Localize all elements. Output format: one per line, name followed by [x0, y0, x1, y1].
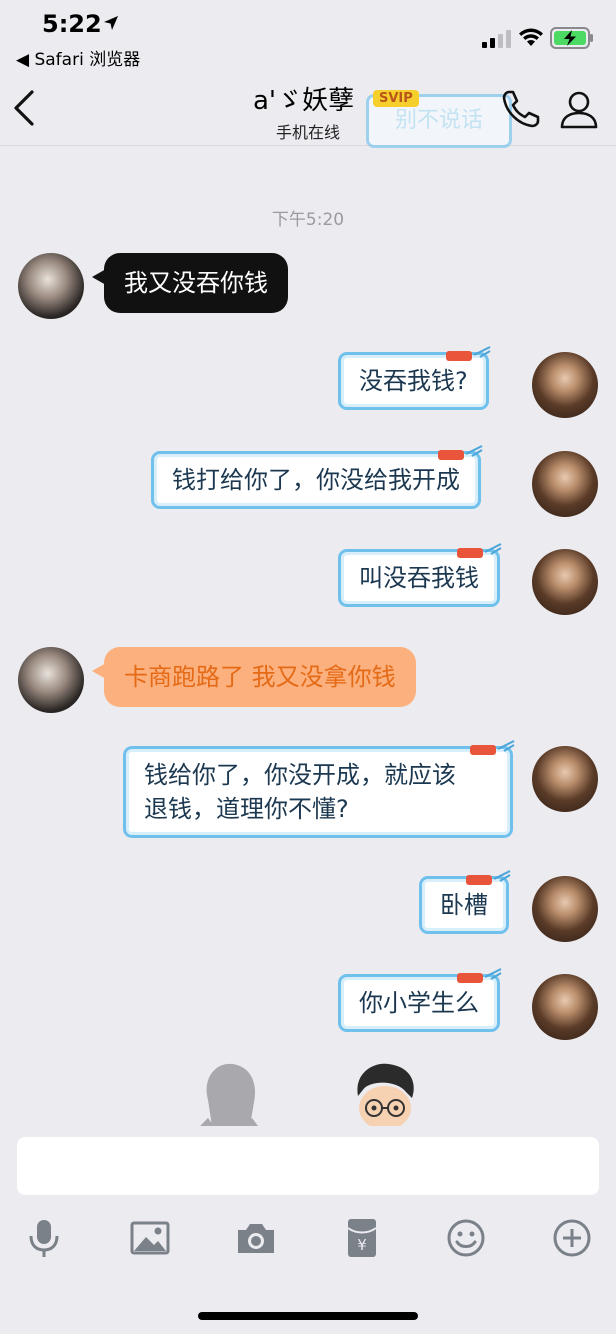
message-text: 卡商跑路了 我又没拿你钱: [124, 663, 396, 691]
my-avatar[interactable]: [532, 974, 598, 1040]
chat-header: 别不说话 a'ゞ妖孽 SVIP 手机在线: [0, 72, 616, 148]
image-icon[interactable]: [128, 1216, 172, 1260]
incoming-message[interactable]: 我又没吞你钱: [92, 253, 288, 313]
emoji-icon[interactable]: [444, 1216, 488, 1260]
grey-avatar-sticker-icon[interactable]: [194, 1060, 264, 1126]
my-avatar[interactable]: [532, 746, 598, 812]
red-packet-icon[interactable]: ¥: [340, 1216, 384, 1260]
bubble-decoration-icon: [457, 543, 502, 558]
status-time: 5:22: [42, 10, 102, 38]
my-avatar[interactable]: [532, 876, 598, 942]
message-text: 你小学生么: [359, 989, 479, 1017]
camera-icon[interactable]: [234, 1216, 278, 1260]
input-toolbar: ¥: [0, 1210, 616, 1270]
contact-name[interactable]: a'ゞ妖孽: [253, 80, 354, 117]
cellular-signal-icon: [482, 30, 511, 48]
my-avatar[interactable]: [532, 352, 598, 418]
battery-charging-icon: [550, 27, 593, 49]
bubble-decoration-icon: [466, 870, 511, 885]
microphone-icon[interactable]: [22, 1216, 66, 1260]
outgoing-message[interactable]: 钱打给你了，你没给我开成: [151, 445, 483, 509]
back-to-safari-link[interactable]: ◀ Safari 浏览器: [16, 45, 140, 70]
outgoing-message[interactable]: 叫没吞我钱: [338, 543, 502, 607]
cartoon-boy-sticker-icon[interactable]: [350, 1062, 420, 1126]
my-avatar[interactable]: [532, 549, 598, 615]
svip-badge: SVIP: [373, 90, 419, 107]
message-text: 没吞我钱?: [359, 367, 468, 395]
message-text: 我又没吞你钱: [124, 269, 268, 297]
home-indicator[interactable]: [198, 1312, 418, 1320]
message-timestamp: 下午5:20: [271, 210, 345, 230]
incoming-message[interactable]: 卡商跑路了 我又没拿你钱: [92, 647, 416, 707]
bubble-tail: [92, 663, 106, 679]
contact-avatar[interactable]: [18, 253, 84, 319]
message-text: 叫没吞我钱: [359, 564, 479, 592]
bubble-decoration-icon: [445, 346, 491, 361]
profile-icon[interactable]: [558, 88, 600, 130]
message-input[interactable]: [17, 1137, 599, 1195]
message-text: 钱打给你了，你没给我开成: [172, 466, 460, 494]
bubble-tail: [92, 269, 106, 285]
plus-icon[interactable]: [550, 1216, 594, 1260]
outgoing-message[interactable]: 没吞我钱?: [338, 346, 491, 410]
wifi-icon: [519, 28, 543, 46]
message-text: 卧槽: [440, 891, 488, 919]
outgoing-message[interactable]: 钱给你了，你没开成，就应该 退钱，道理你不懂?: [123, 740, 515, 838]
bubble-decoration-icon: [470, 740, 515, 755]
phone-call-icon[interactable]: [500, 88, 542, 130]
bubble-decoration-icon: [457, 968, 502, 983]
bubble-decoration-icon: [438, 445, 483, 460]
location-arrow-icon: [104, 16, 118, 30]
outgoing-message[interactable]: 你小学生么: [338, 968, 502, 1032]
message-text-line: 退钱，道理你不懂?: [144, 795, 349, 823]
outgoing-message[interactable]: 卧槽: [419, 870, 511, 934]
status-bar: 5:22 ◀ Safari 浏览器: [0, 0, 616, 72]
my-avatar[interactable]: [532, 451, 598, 517]
contact-avatar[interactable]: [18, 647, 84, 713]
svg-text:¥: ¥: [357, 1236, 367, 1254]
message-text-line: 钱给你了，你没开成，就应该: [144, 761, 456, 789]
